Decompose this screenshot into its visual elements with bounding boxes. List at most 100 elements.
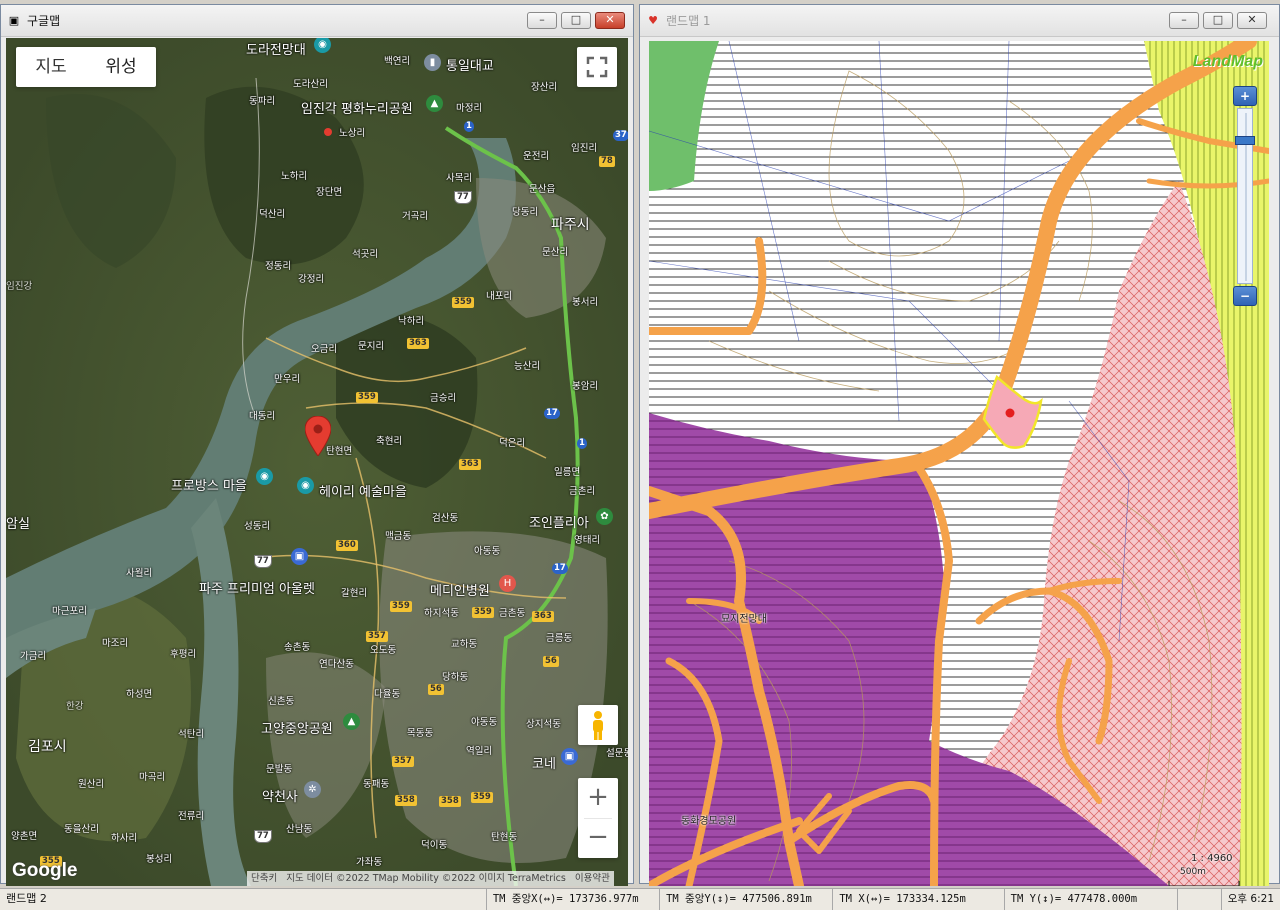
map-label: 마정리 <box>456 103 483 114</box>
map-label: 임진강 <box>6 281 33 292</box>
zoom-slider-thumb[interactable] <box>1235 136 1255 145</box>
map-label: 하성면 <box>126 689 153 700</box>
map-label: 신촌동 <box>268 696 295 707</box>
map-label: 석탄리 <box>178 729 205 740</box>
map-label: 영태리 <box>574 535 601 546</box>
map-label: 일릉면 <box>554 467 581 478</box>
pegman-icon <box>593 711 603 740</box>
map-label: 능산리 <box>514 361 541 372</box>
minimize-button[interactable]: – <box>527 12 557 29</box>
zoom-out-button[interactable]: − <box>578 819 618 858</box>
map-label: 탄현동 <box>491 832 518 843</box>
road-shield: 359 <box>390 601 412 612</box>
map-label: 오금리 <box>311 344 338 355</box>
maximize-button[interactable]: □ <box>1203 12 1233 29</box>
landmap-window: ♥ 랜드맵 1 – □ ✕ LandMap + − 묘지전망대 동화경모공원 1… <box>639 4 1280 886</box>
map-label: 정동리 <box>265 261 292 272</box>
map-label: 교하동 <box>451 639 478 650</box>
road-shield: 37 <box>613 130 628 141</box>
map-data-text: 지도 데이터 ©2022 TMap Mobility ©2022 이미지 Ter… <box>286 873 566 884</box>
road-shield: 358 <box>395 795 417 806</box>
status-app-label: 랜드맵 2 <box>6 892 47 905</box>
map-label: 당동리 <box>512 207 539 218</box>
map-label: 금릉동 <box>546 633 573 644</box>
maximize-button[interactable]: □ <box>561 12 591 29</box>
landmap-map[interactable]: LandMap + − 묘지전망대 동화경모공원 1 : 4960 500m <box>649 41 1269 886</box>
map-label: 대동리 <box>249 411 276 422</box>
garden-poi-icon[interactable]: ✿ <box>596 508 613 525</box>
clock: 오후 6:21 <box>1220 889 1280 910</box>
map-label: 노상리 <box>339 128 366 139</box>
road-shield: 17 <box>544 408 560 419</box>
map-label: 묘지전망대 <box>721 614 767 625</box>
hospital-poi-icon[interactable]: H <box>499 575 516 592</box>
road-shield: 363 <box>407 338 429 349</box>
scale-distance: 500m <box>1180 867 1206 877</box>
road-shield: 359 <box>471 792 493 803</box>
satellite-map[interactable]: 도라전망대 통일대교 임진각 평화누리공원 파주시 프로방스 마을 헤이리 예술… <box>6 38 628 886</box>
map-label: 만우리 <box>274 374 301 385</box>
map-label: 전류리 <box>178 811 205 822</box>
landmap-logo: LandMap <box>1192 53 1263 70</box>
map-label: 코네 <box>532 757 556 772</box>
landmap-app-icon: ♥ <box>648 13 658 27</box>
zoom-out-icon[interactable]: − <box>1233 286 1257 306</box>
zoom-in-icon[interactable]: + <box>1233 86 1257 106</box>
temple-poi-icon[interactable]: ✲ <box>304 781 321 798</box>
map-label: 성동리 <box>244 521 271 532</box>
map-type-satellite-button[interactable]: 위성 <box>86 47 156 87</box>
transit-poi-icon[interactable]: ▮ <box>424 54 441 71</box>
fullscreen-button[interactable] <box>577 47 617 87</box>
close-button[interactable]: ✕ <box>595 12 625 29</box>
map-label: 송촌동 <box>284 642 311 653</box>
map-label: 임진리 <box>571 143 598 154</box>
map-label: 고양중앙공원 <box>261 722 333 737</box>
zoom-track[interactable] <box>1237 108 1253 284</box>
camera-poi-icon[interactable]: ◉ <box>256 468 273 485</box>
map-label: 다율동 <box>374 689 401 700</box>
map-label: 당하동 <box>442 672 469 683</box>
landmap-titlebar[interactable]: ♥ 랜드맵 1 – □ ✕ <box>640 5 1279 37</box>
street-view-button[interactable] <box>578 705 618 745</box>
map-label: 동화경모공원 <box>681 816 737 827</box>
map-label: 문산리 <box>542 247 569 258</box>
road-shield: 359 <box>472 607 494 618</box>
map-label: 마곡리 <box>139 772 166 783</box>
tm-center-y: TM 중앙Y(↕)= 477506.891m <box>659 889 832 910</box>
map-label: 봉성리 <box>146 854 173 865</box>
map-label: 연다산동 <box>319 659 354 670</box>
road-shield: 359 <box>452 297 474 308</box>
park-poi-icon[interactable]: ▲ <box>426 95 443 112</box>
map-label: 내포리 <box>486 291 513 302</box>
map-label: 금촌동 <box>499 608 526 619</box>
terms-link[interactable]: 이용약관 <box>575 873 610 884</box>
zoom-in-button[interactable]: + <box>578 778 618 818</box>
map-label: 야동동 <box>471 717 498 728</box>
close-button[interactable]: ✕ <box>1237 12 1267 29</box>
map-label: 사목리 <box>446 173 473 184</box>
map-label: 원산리 <box>78 779 105 790</box>
location-pin-icon[interactable] <box>305 416 331 456</box>
red-dot-marker <box>324 128 332 136</box>
map-label: 동을산리 <box>64 824 99 835</box>
map-label: 문발동 <box>266 764 293 775</box>
map-type-map-button[interactable]: 지도 <box>16 47 86 87</box>
status-bar: 랜드맵 2 TM 중앙X(↔)= 173736.977m TM 중앙Y(↕)= … <box>0 888 1280 910</box>
map-label: 금승리 <box>430 393 457 404</box>
map-label: 목동동 <box>407 728 434 739</box>
minimize-button[interactable]: – <box>1169 12 1199 29</box>
map-label: 운전리 <box>523 151 550 162</box>
zoom-control: + − <box>578 778 618 858</box>
map-label: 금촌리 <box>569 486 596 497</box>
google-logo: Google <box>12 860 78 881</box>
map-label: 아동동 <box>474 546 501 557</box>
keyboard-shortcuts-link[interactable]: 단축키 <box>251 873 277 884</box>
shopping-poi-icon[interactable]: ▣ <box>561 748 578 765</box>
map-label: 파주시 <box>551 217 590 233</box>
park-poi-icon[interactable]: ▲ <box>343 713 360 730</box>
map-type-control: 지도 위성 <box>16 47 156 87</box>
camera-poi-icon[interactable]: ◉ <box>297 477 314 494</box>
google-map-titlebar[interactable]: ▣ 구글맵 – □ ✕ <box>1 5 633 37</box>
window-title: 랜드맵 1 <box>666 14 711 28</box>
shopping-poi-icon[interactable]: ▣ <box>291 548 308 565</box>
